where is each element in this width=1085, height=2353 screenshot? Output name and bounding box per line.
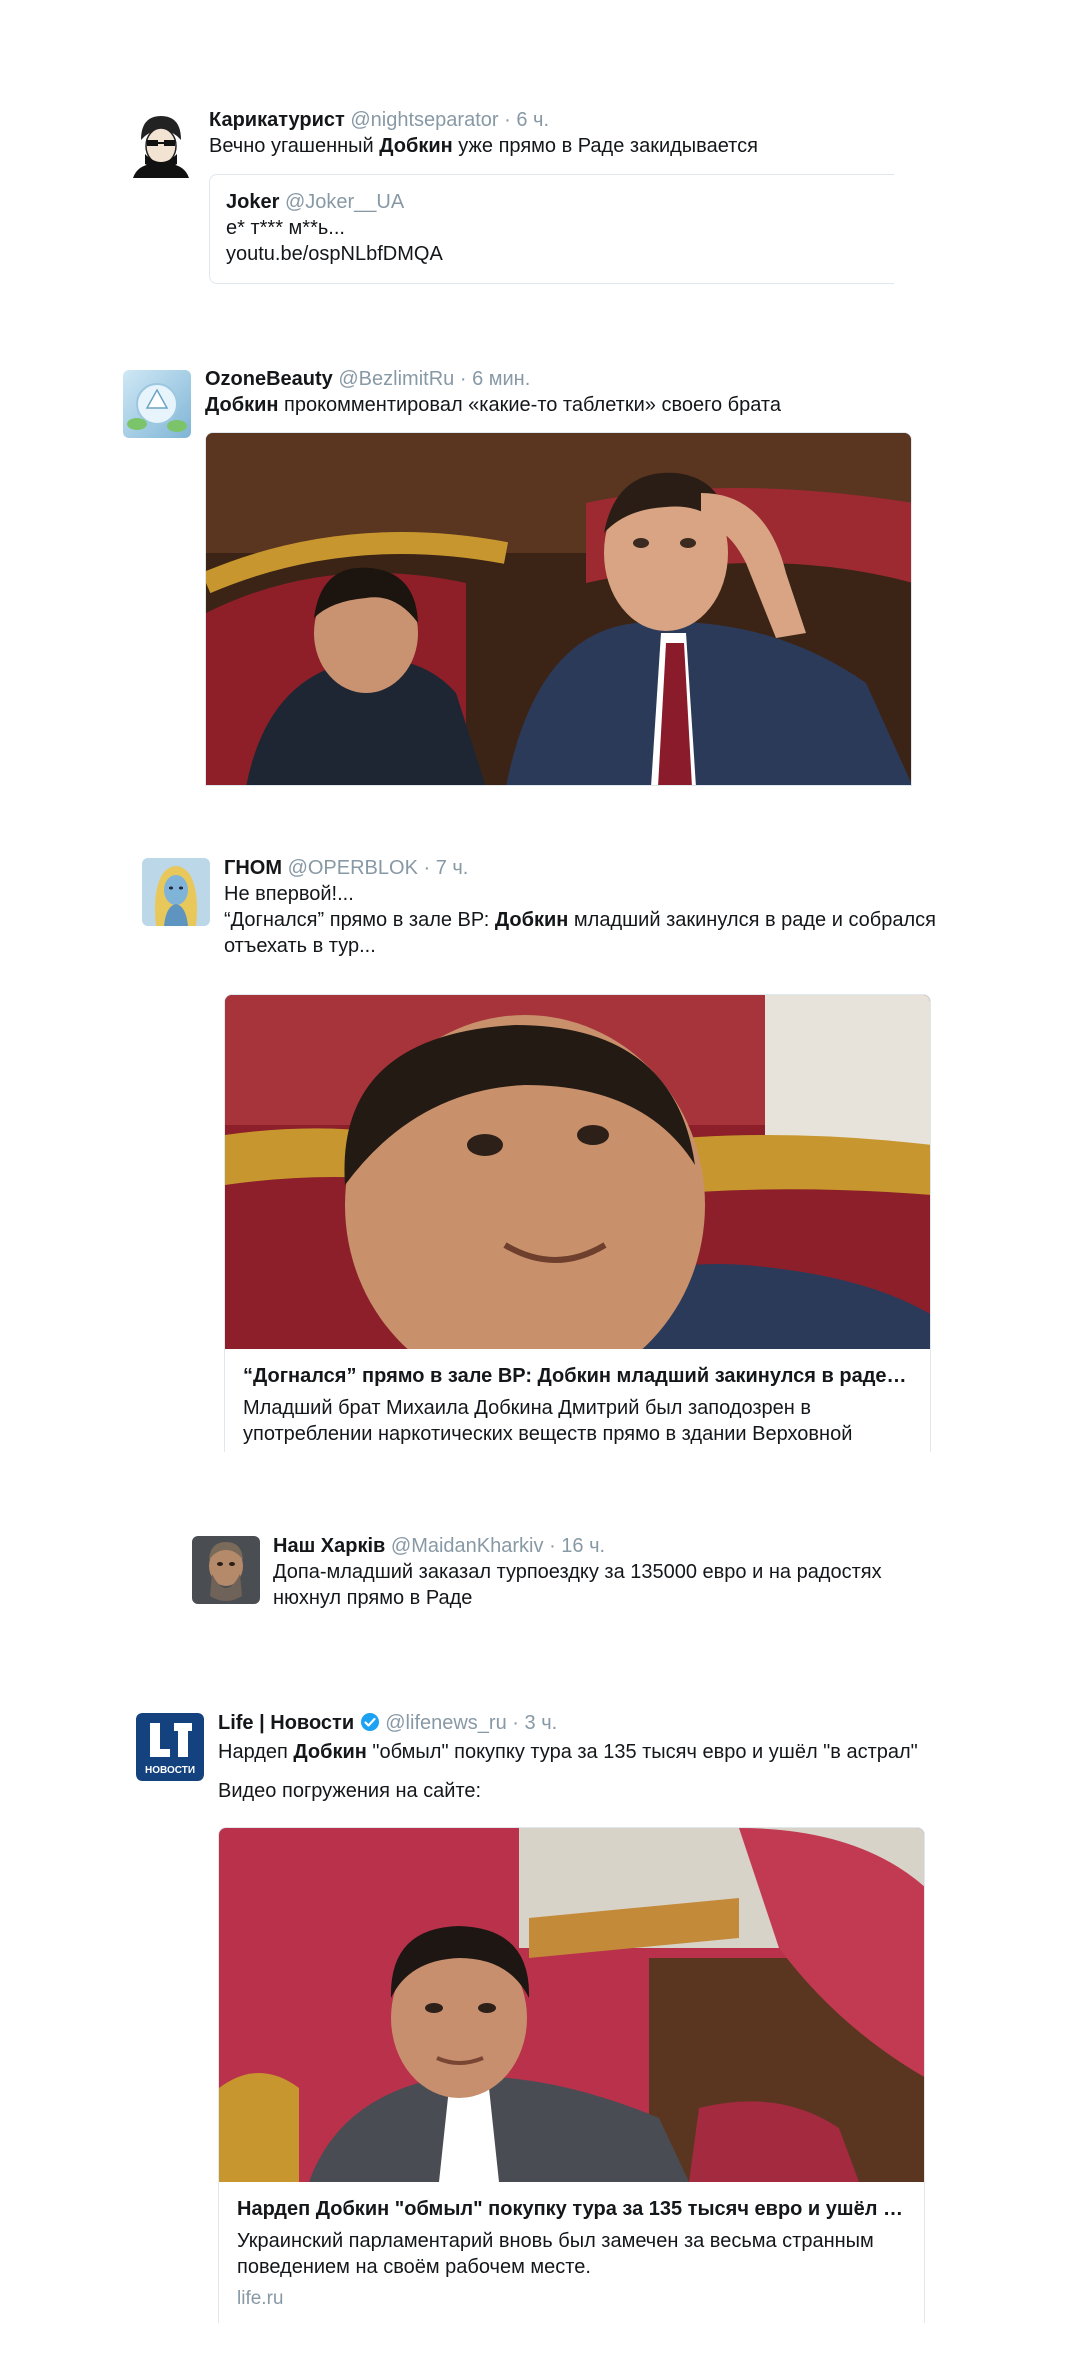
author-handle[interactable]: @MaidanKharkiv [391,1535,544,1557]
link-preview-card[interactable]: “Догнался” прямо в зале ВР: Добкин младш… [224,994,931,1452]
author-handle[interactable]: @OPERBLOK [288,857,418,879]
caricature-avatar-icon [127,110,195,178]
quote-author-handle: @Joker__UA [284,191,405,213]
author-name[interactable]: Life | Новости [218,1712,354,1734]
link-preview-body: Нардеп Добкин "обмыл" покупку тура за 13… [219,2182,924,2322]
tweet-header: Life | Новости @lifenews_ru · 3 ч. [218,1711,938,1738]
quote-text: е* т*** м**ь... [226,217,345,239]
tweet-text-line: Видео погружения на сайте: [218,1780,482,1802]
timestamp[interactable]: 6 ч. [516,109,549,131]
author-handle[interactable]: @BezlimitRu [338,368,454,390]
tweet-text-line: “Догнался” прямо в зале ВР: Добкин младш… [224,907,944,959]
gnome-avatar-icon [142,858,210,926]
author-handle[interactable]: @nightseparator [350,109,498,131]
separator-dot: · [459,368,467,390]
verified-badge-icon [360,1712,380,1738]
link-preview-card[interactable]: Нардеп Добкин "обмыл" покупку тура за 13… [218,1827,925,2323]
separator-dot: · [512,1712,519,1734]
tweet-text-bold: Добкин [293,1741,367,1763]
parliament-photo-image [206,433,911,785]
timestamp[interactable]: 3 ч. [525,1712,558,1734]
tweet-header: Наш Харків @MaidanKharkiv · 16 ч. [273,1534,953,1558]
tweet-text-part: "обмыл" покупку тура за 135 тысяч евро и… [366,1741,918,1763]
timestamp[interactable]: 6 мин. [472,368,530,390]
media-photo-card[interactable] [205,432,912,786]
tweet-text-line: Не впервой!... [224,883,354,905]
ozone-avatar-icon [123,370,191,438]
quote-link[interactable]: youtu.be/ospNLbfDMQA [226,241,878,267]
separator-dot: · [504,109,511,131]
author-name[interactable]: Наш Харків [273,1535,385,1557]
tweet-header: OzoneBeauty @BezlimitRu · 6 мин. [205,367,925,391]
tweet-text-part: прокомментировал «какие-то таблетки» сво… [278,394,781,416]
tweet-text-bold: Добкин [494,909,569,931]
link-preview-image [219,1828,924,2182]
quoted-tweet[interactable]: Joker @Joker__UA е* т*** м**ь... youtu.b… [209,174,894,284]
life-news-logo-icon: НОВОСТИ [136,1713,204,1781]
separator-dot: · [549,1535,556,1557]
link-preview-description: Украинский парламентарий вновь был замеч… [237,2230,874,2278]
quote-author-name: Joker [226,191,280,213]
avatar-bezlimitru[interactable] [123,370,191,438]
link-preview-title[interactable]: “Догнался” прямо в зале ВР: Добкин младш… [243,1363,912,1389]
author-name[interactable]: Карикатурист [209,109,345,131]
tweet-text-part: Нардеп [218,1741,294,1763]
avatar-lifenews[interactable]: НОВОСТИ [136,1713,204,1781]
tweet-text-bold: Добкин [379,135,453,157]
avatar-nightseparator[interactable] [127,110,195,178]
timestamp[interactable]: 16 ч. [561,1535,605,1557]
tweet-text: Не впервой!... “Догнался” прямо в зале В… [224,881,944,959]
tweet-text-part: “Догнался” прямо в зале ВР: [224,909,495,931]
tweet-text-part: уже прямо в Раде закидывается [452,135,758,157]
tweet-text: Вечно угашенный Добкин уже прямо в Раде … [209,133,909,159]
author-name[interactable]: OzoneBeauty [205,368,333,390]
author-handle[interactable]: @lifenews_ru [385,1712,506,1734]
tweet-text-part: Вечно угашенный [209,135,380,157]
author-name[interactable]: ГНОМ [224,857,282,879]
avatar-operblok[interactable] [142,858,210,926]
link-preview-image [225,995,930,1349]
tweet-text-bold: Добкин [205,394,279,416]
link-preview-title[interactable]: Нардеп Добкин "обмыл" покупку тура за 13… [237,2196,906,2222]
tweet-header: Карикатурист @nightseparator · 6 ч. [209,108,909,132]
avatar-maidankharkiv[interactable] [192,1536,260,1604]
kharkiv-avatar-icon [192,1536,260,1604]
tweet-text: Допа-младший заказал турпоездку за 13500… [273,1561,882,1609]
logo-caption: НОВОСТИ [145,1765,195,1776]
link-preview-body: “Догнался” прямо в зале ВР: Добкин младш… [225,1349,930,1452]
link-preview-domain[interactable]: life.ru [237,2286,906,2312]
timestamp[interactable]: 7 ч. [436,857,469,879]
link-preview-description: Младший брат Михаила Добкина Дмитрий был… [243,1397,853,1452]
tweet-header: ГНОМ @OPERBLOK · 7 ч. [224,856,944,880]
tweet-text: Нардеп Добкин "обмыл" покупку тура за 13… [218,1739,938,1765]
tweet-text: Добкин прокомментировал «какие-то таблет… [205,392,925,418]
separator-dot: · [423,857,431,879]
